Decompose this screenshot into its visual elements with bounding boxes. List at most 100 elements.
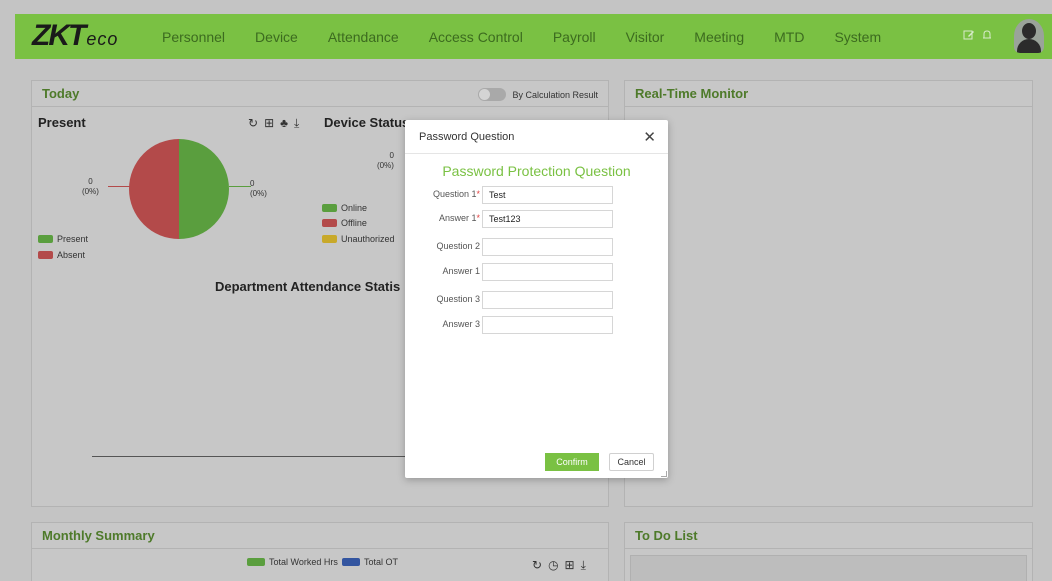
legend-online-label: Online	[341, 203, 368, 213]
monthly-summary-panel: Monthly Summary Total Worked Hrs Total O…	[31, 522, 609, 581]
nav-device[interactable]: Device	[240, 29, 313, 45]
monthly-summary-header: Monthly Summary	[32, 523, 608, 549]
download-icon[interactable]: ⤓	[581, 558, 592, 572]
legend-absent-label: Absent	[57, 250, 86, 260]
question-2-input[interactable]	[482, 238, 613, 256]
calendar-icon[interactable]: ⊞	[264, 116, 280, 130]
department-chart-axis	[92, 456, 432, 457]
legend-absent[interactable]: Absent	[38, 250, 85, 260]
dialog-subtitle: Password Protection Question	[442, 163, 631, 179]
today-title: Today	[42, 86, 80, 101]
nav-attendance[interactable]: Attendance	[313, 29, 414, 45]
bell-icon[interactable]	[981, 29, 993, 41]
refresh-icon[interactable]: ↻	[248, 116, 264, 130]
legend-online[interactable]: Online	[322, 203, 367, 213]
top-tools	[963, 29, 993, 41]
question-3-label: Question 3	[436, 294, 480, 304]
nav-access-control[interactable]: Access Control	[414, 29, 538, 45]
device-status-label: 0 (0%)	[377, 151, 394, 170]
nav-personnel[interactable]: Personnel	[147, 29, 240, 45]
answer-2-label: Answer 1	[442, 266, 480, 276]
legend-offline-label: Offline	[341, 218, 367, 228]
pie-present-label: 0 (0%)	[250, 179, 267, 198]
confirm-button[interactable]: Confirm	[545, 453, 599, 471]
answer-3-row: Answer 3	[405, 316, 668, 334]
user-avatar[interactable]	[1014, 19, 1044, 53]
close-icon[interactable]: ✕	[643, 128, 656, 146]
calculation-toggle-label: By Calculation Result	[512, 89, 598, 100]
realtime-monitor-panel: Real-Time Monitor	[624, 80, 1033, 507]
group-icon[interactable]: ♣	[280, 116, 294, 130]
answer-3-label: Answer 3	[442, 319, 480, 329]
legend-unauthorized-swatch	[322, 235, 337, 243]
nav-mtd[interactable]: MTD	[759, 29, 819, 45]
answer-1-input[interactable]	[482, 210, 613, 228]
legend-ot-swatch	[342, 558, 360, 566]
logo-sub-text: eco	[86, 29, 119, 49]
nav-visitor[interactable]: Visitor	[611, 29, 680, 45]
todo-list-header: To Do List	[625, 523, 1032, 549]
question-2-label: Question 2	[436, 241, 480, 251]
pie-right-leader-line	[229, 186, 251, 187]
legend-worked-label: Total Worked Hrs	[269, 557, 338, 567]
legend-present-label: Present	[57, 234, 89, 244]
main-menu: Personnel Device Attendance Access Contr…	[147, 14, 896, 59]
monthly-tools: ↻◷⊞⤓	[532, 558, 592, 573]
legend-worked-swatch	[247, 558, 265, 566]
zkteco-logo[interactable]: ZKT eco	[32, 21, 118, 51]
legend-ot-label: Total OT	[364, 557, 399, 567]
legend-offline-swatch	[322, 219, 337, 227]
realtime-monitor-header: Real-Time Monitor	[625, 81, 1032, 107]
answer-2-input[interactable]	[482, 263, 613, 281]
question-1-label: Question 1*	[432, 189, 480, 199]
cancel-button[interactable]: Cancel	[609, 453, 654, 471]
legend-present[interactable]: Present	[38, 234, 88, 244]
avatar-body-shape	[1017, 39, 1041, 53]
nav-meeting[interactable]: Meeting	[679, 29, 759, 45]
device-status-title: Device Status	[324, 115, 410, 130]
present-tools: ↻⊞♣⤓	[248, 116, 305, 131]
question-1-row: Question 1*	[405, 186, 668, 204]
resize-handle[interactable]	[661, 471, 667, 477]
legend-absent-swatch	[38, 251, 53, 259]
answer-1-row: Answer 1*	[405, 210, 668, 228]
answer-3-input[interactable]	[482, 316, 613, 334]
nav-payroll[interactable]: Payroll	[538, 29, 611, 45]
dialog-title: Password Question	[419, 130, 515, 143]
legend-unauthorized[interactable]: Unauthorized	[322, 234, 395, 244]
realtime-monitor-title: Real-Time Monitor	[635, 86, 749, 101]
download-icon[interactable]: ⤓	[294, 116, 305, 130]
todo-list-content	[630, 555, 1027, 581]
calculation-toggle-switch[interactable]	[478, 88, 507, 101]
todo-list-title: To Do List	[635, 528, 698, 543]
answer-2-row: Answer 1	[405, 263, 668, 281]
pie-slice-absent[interactable]	[129, 139, 179, 239]
monthly-summary-title: Monthly Summary	[42, 528, 155, 543]
logo-main-text: ZKT	[32, 19, 86, 52]
pie-absent-label: 0 (0%)	[82, 177, 99, 196]
calendar-icon[interactable]: ⊞	[565, 558, 581, 572]
password-question-dialog: Password Question ✕ Password Protection …	[405, 120, 668, 478]
legend-present-swatch	[38, 235, 53, 243]
legend-offline[interactable]: Offline	[322, 218, 367, 228]
department-attendance-title: Department Attendance Statis	[215, 279, 401, 294]
answer-1-label: Answer 1*	[438, 213, 480, 223]
present-pie-chart	[129, 139, 229, 239]
clock-icon[interactable]: ◷	[548, 558, 564, 572]
question-1-input[interactable]	[482, 186, 613, 204]
question-3-row: Question 3	[405, 291, 668, 309]
legend-total-worked-hrs[interactable]: Total Worked Hrs	[247, 557, 338, 567]
nav-system[interactable]: System	[819, 29, 896, 45]
pie-left-leader-line	[108, 186, 130, 187]
legend-total-ot[interactable]: Total OT	[342, 557, 398, 567]
legend-unauthorized-label: Unauthorized	[341, 234, 395, 244]
refresh-icon[interactable]: ↻	[532, 558, 548, 572]
legend-online-swatch	[322, 204, 337, 212]
calculation-toggle: By Calculation Result	[478, 88, 598, 101]
question-3-input[interactable]	[482, 291, 613, 309]
top-navigation-bar: ZKT eco Personnel Device Attendance Acce…	[15, 14, 1052, 59]
edit-icon[interactable]	[963, 29, 975, 41]
avatar-head-shape	[1022, 23, 1036, 39]
todo-list-panel: To Do List	[624, 522, 1033, 581]
pie-slice-present[interactable]	[179, 139, 229, 239]
